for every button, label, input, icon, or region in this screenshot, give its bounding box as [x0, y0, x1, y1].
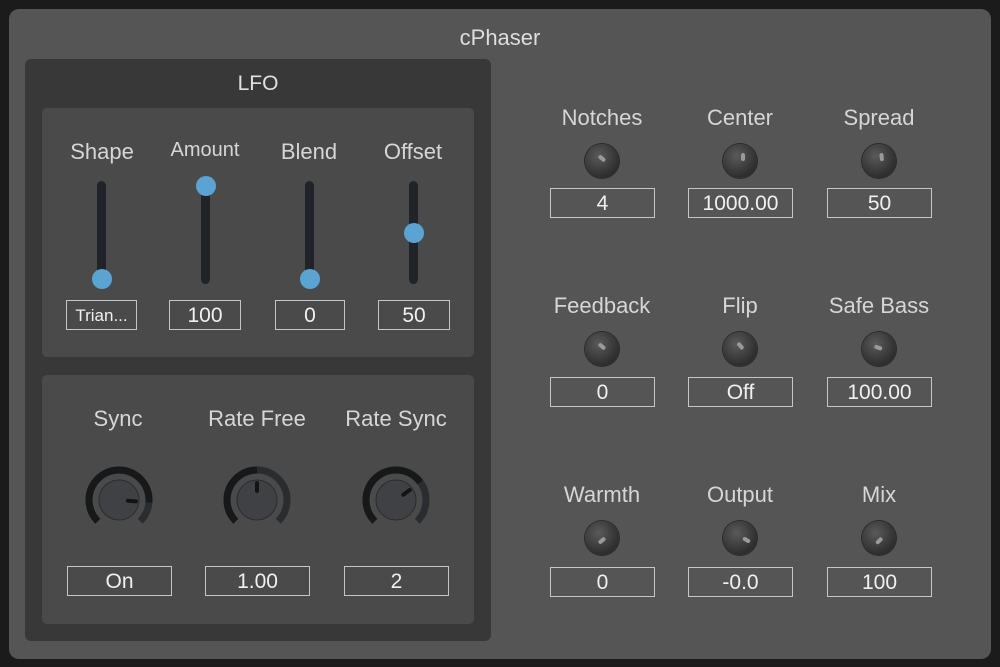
output-label: Output	[706, 482, 774, 507]
blend-label: Blend	[280, 139, 338, 164]
center-knob-indicator	[741, 153, 745, 161]
rate-sync-value-box[interactable]: 2	[344, 566, 449, 596]
spread-knob[interactable]	[862, 144, 896, 178]
rate-free-label: Rate Free	[208, 406, 306, 431]
spread-knob-indicator	[879, 152, 884, 162]
feedback-label: Feedback	[553, 293, 651, 318]
spread-value-box[interactable]: 50	[827, 188, 932, 218]
flip-knob-indicator	[736, 341, 745, 351]
warmth-value-box[interactable]: 0	[550, 567, 655, 597]
spread-label: Spread	[843, 105, 915, 130]
offset-value-box[interactable]: 50	[378, 300, 450, 330]
flip-value-box[interactable]: Off	[688, 377, 793, 407]
shape-label: Shape	[70, 139, 134, 164]
notches-knob[interactable]	[585, 144, 619, 178]
knob-body	[375, 479, 417, 521]
lfo-panel: LFO Shape Trian... Amount 100 Blend 0 Of…	[25, 59, 491, 641]
rate-free-knob[interactable]	[222, 465, 292, 535]
output-knob[interactable]	[723, 521, 757, 555]
mix-knob-indicator	[874, 536, 884, 546]
safe-bass-knob[interactable]	[862, 332, 896, 366]
rate-free-value-box[interactable]: 1.00	[205, 566, 310, 596]
amount-label: Amount	[170, 139, 240, 161]
lfo-title: LFO	[237, 72, 279, 95]
lfo-sliders-section: Shape Trian... Amount 100 Blend 0 Offset…	[42, 108, 474, 357]
output-knob-indicator	[742, 536, 751, 544]
mix-label: Mix	[861, 482, 897, 507]
shape-value-box[interactable]: Trian...	[66, 300, 137, 330]
offset-slider-thumb[interactable]	[403, 222, 424, 243]
warmth-label: Warmth	[563, 482, 641, 507]
output-value-box[interactable]: -0.0	[688, 567, 793, 597]
sync-knob[interactable]	[84, 465, 154, 535]
lfo-knobs-section: Sync On Rate Free 1.00 Rate Sync 2	[42, 375, 474, 624]
feedback-knob-indicator	[597, 342, 607, 351]
shape-slider-thumb[interactable]	[91, 269, 112, 289]
safe-bass-label: Safe Bass	[828, 293, 930, 318]
amount-slider-track[interactable]	[201, 181, 210, 284]
center-knob[interactable]	[723, 144, 757, 178]
plugin-title: cPhaser	[459, 25, 541, 50]
feedback-value-box[interactable]: 0	[550, 377, 655, 407]
center-label: Center	[706, 105, 774, 130]
feedback-knob[interactable]	[585, 332, 619, 366]
warmth-knob[interactable]	[585, 521, 619, 555]
warmth-knob-indicator	[597, 536, 607, 545]
amount-value-box[interactable]: 100	[169, 300, 241, 330]
flip-label: Flip	[722, 293, 758, 318]
center-value-box[interactable]: 1000.00	[688, 188, 793, 218]
sync-value-box[interactable]: On	[67, 566, 172, 596]
offset-label: Offset	[383, 139, 443, 164]
amount-slider-thumb[interactable]	[195, 176, 216, 196]
rate-sync-label: Rate Sync	[345, 406, 447, 431]
notches-value-box[interactable]: 4	[550, 188, 655, 218]
safe-bass-knob-indicator	[873, 344, 883, 351]
sync-label: Sync	[93, 406, 143, 431]
rate-sync-knob[interactable]	[361, 465, 431, 535]
mix-knob[interactable]	[862, 521, 896, 555]
mix-value-box[interactable]: 100	[827, 567, 932, 597]
blend-value-box[interactable]: 0	[275, 300, 345, 330]
notches-label: Notches	[561, 105, 643, 130]
blend-slider-thumb[interactable]	[299, 269, 320, 289]
notches-knob-indicator	[597, 154, 607, 163]
flip-knob[interactable]	[723, 332, 757, 366]
plugin-window: cPhaser LFO Shape Trian... Amount 100 Bl…	[9, 9, 991, 659]
safe-bass-value-box[interactable]: 100.00	[827, 377, 932, 407]
knob-pointer	[125, 498, 138, 504]
